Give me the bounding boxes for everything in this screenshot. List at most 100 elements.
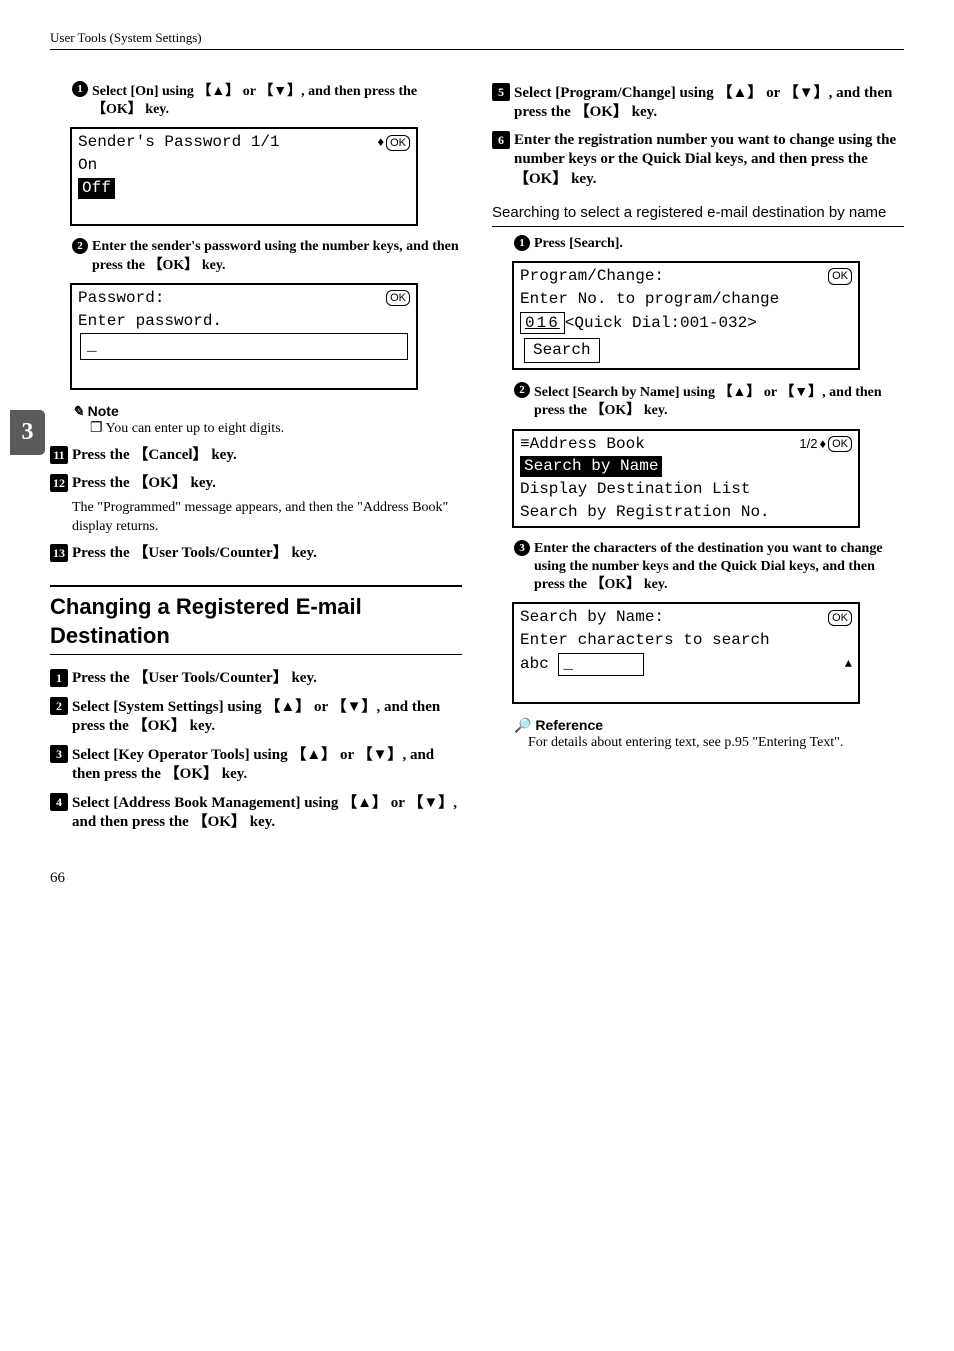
lcd-prompt: Enter password.: [74, 310, 414, 333]
search-by-name-option: [Search by Name]: [572, 385, 679, 400]
ok-badge: OK: [386, 290, 410, 306]
program-change-option: [Program/Change]: [555, 85, 676, 101]
step-number: 1: [50, 669, 68, 687]
text: key.: [288, 670, 317, 686]
step-number: 13: [50, 544, 68, 562]
step-number: 5: [492, 83, 510, 101]
step-6: 6 Enter the registration number you want…: [492, 131, 904, 190]
lcd-title: Sender's Password 1/1: [78, 132, 280, 153]
chapter-tab: 3: [10, 410, 45, 455]
ok-badge: OK: [828, 268, 852, 284]
step-11: 11 Press the 【Cancel】 key.: [50, 446, 462, 466]
text: Select: [92, 84, 130, 99]
ok-key: 【OK】: [575, 104, 628, 120]
substep-r3: 3 Enter the characters of the destinatio…: [514, 540, 904, 595]
text: , and then press the: [301, 84, 417, 99]
text: Press: [534, 236, 569, 251]
down-key: 【▼】: [784, 83, 829, 103]
menu-search-by-name-selected: Search by Name: [520, 456, 662, 477]
lcd-address-book: ≡Address Book 1/2 ♦OK Search by Name Dis…: [512, 429, 860, 528]
search-option: [Search]: [569, 236, 619, 251]
lcd-option-off-selected: Off: [78, 178, 115, 199]
lcd-input: _: [80, 333, 408, 360]
text: Select: [534, 385, 572, 400]
step-number: 6: [492, 131, 510, 149]
text: Select: [72, 795, 113, 811]
up-key: 【▲】: [342, 793, 387, 813]
lcd-option-on: On: [74, 154, 414, 177]
substep-number: 3: [514, 540, 530, 556]
ok-key: 【OK】: [591, 577, 641, 592]
search-button: Search: [524, 338, 600, 363]
text: key.: [246, 814, 275, 830]
lcd-title: Search by Name:: [520, 607, 664, 628]
step-12-body: The "Programmed" message appears, and th…: [50, 499, 462, 535]
lcd-prompt: Enter No. to program/change: [516, 288, 856, 311]
address-book-management-option: [Address Book Management]: [113, 795, 300, 811]
step-number: 11: [50, 446, 68, 464]
up-key: 【▲】: [197, 81, 239, 99]
lcd-title: Address Book: [530, 435, 645, 453]
text: or: [336, 747, 357, 763]
reference-heading: 🔎 Reference: [514, 716, 904, 734]
up-key: 【▲】: [265, 697, 310, 717]
down-key: 【▼】: [780, 382, 822, 400]
text: key.: [186, 718, 215, 734]
text: Select: [72, 747, 113, 763]
substep-2: 2 Enter the sender's password using the …: [72, 238, 462, 274]
ok-key: 【OK】: [133, 718, 186, 734]
text: using: [676, 85, 718, 101]
page-indicator: 1/2 ♦OK: [799, 436, 852, 453]
shift-icon: ▲: [845, 657, 852, 673]
user-tools-key: 【User Tools/Counter】: [133, 670, 287, 686]
ok-key: 【OK】: [149, 258, 199, 273]
text: or: [310, 699, 331, 715]
right-column: 5 Select [Program/Change] using 【▲】 or 【…: [492, 75, 904, 839]
menu-icon: ≡: [520, 435, 530, 453]
step-3: 3 Select [Key Operator Tools] using 【▲】 …: [50, 745, 462, 785]
text: Select: [72, 699, 113, 715]
text: using: [300, 795, 342, 811]
user-tools-key: 【User Tools/Counter】: [133, 545, 287, 561]
up-key: 【▲】: [291, 745, 336, 765]
option-on: [On]: [130, 84, 158, 99]
pencil-icon: ✎: [72, 403, 88, 419]
up-key: 【▲】: [717, 83, 762, 103]
page-number: 66: [50, 869, 904, 889]
step-5: 5 Select [Program/Change] using 【▲】 or 【…: [492, 83, 904, 123]
input-mode: abc: [520, 655, 549, 673]
text: Enter the registration number you want t…: [514, 132, 896, 168]
text: key.: [640, 403, 667, 418]
note-body: ❐ You can enter up to eight digits.: [90, 420, 462, 438]
text: key.: [640, 577, 667, 592]
step-number: 3: [50, 745, 68, 763]
down-key: 【▼】: [332, 697, 377, 717]
ok-key: 【OK】: [165, 766, 218, 782]
substep-number: 2: [514, 382, 530, 398]
substep-number: 1: [72, 81, 88, 97]
text: key.: [288, 545, 317, 561]
ok-key: 【OK】: [193, 814, 246, 830]
ok-key: 【OK】: [591, 403, 641, 418]
ok-badge: OK: [828, 610, 852, 626]
text: Select: [514, 85, 555, 101]
substep-r2: 2 Select [Search by Name] using 【▲】 or 【…: [514, 382, 904, 420]
search-input: _: [558, 653, 644, 676]
reference-body: For details about entering text, see p.9…: [528, 734, 904, 752]
system-settings-option: [System Settings]: [113, 699, 223, 715]
text: Press the: [72, 670, 133, 686]
text: key.: [198, 258, 225, 273]
lcd-program-change: Program/Change: OK Enter No. to program/…: [512, 261, 860, 370]
section-title: Changing a Registered E-mail Destination: [50, 585, 462, 655]
cancel-key: 【Cancel】: [133, 447, 207, 463]
text: .: [619, 236, 623, 251]
step-number: 12: [50, 474, 68, 492]
step-13: 13 Press the 【User Tools/Counter】 key.: [50, 544, 462, 564]
text: Enter the sender's password using the nu…: [92, 239, 459, 272]
step-4: 4 Select [Address Book Management] using…: [50, 793, 462, 833]
lcd-title: Program/Change:: [520, 266, 664, 287]
text: using: [224, 699, 266, 715]
substep-r1: 1 Press [Search].: [514, 235, 904, 253]
step-number: 4: [50, 793, 68, 811]
menu-display-destination-list: Display Destination List: [516, 478, 856, 501]
